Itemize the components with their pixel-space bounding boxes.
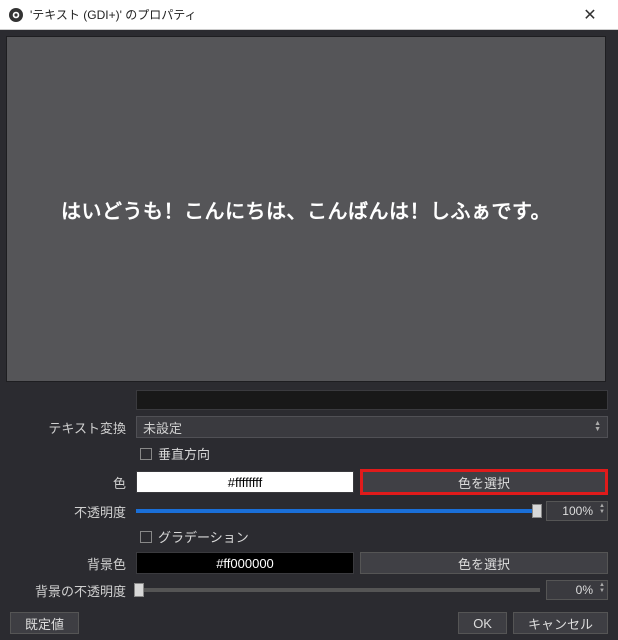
text-input-row [10, 390, 608, 410]
vertical-label: 垂直方向 [158, 444, 210, 463]
properties-form: テキスト変換 未設定 ▲▼ 垂直方向 色 #ffffffff 色を選択 不透明度 [6, 390, 612, 600]
text-transform-row: テキスト変換 未設定 ▲▼ [10, 416, 608, 438]
bg-opacity-label: 背景の不透明度 [10, 581, 130, 600]
text-value-input[interactable] [136, 390, 608, 410]
vertical-row: 垂直方向 [140, 444, 608, 463]
color-label: 色 [10, 473, 130, 492]
bg-color-value-input[interactable]: #ff000000 [136, 552, 354, 574]
spin-arrows-icon-2: ▲▼ [599, 582, 605, 594]
preview-text: はいどうも！こんにちは、こんばんは！しふぁです。 [61, 195, 551, 224]
bg-color-label: 背景色 [10, 554, 130, 573]
window-title: 'テキスト (GDI+)' のプロパティ [30, 6, 570, 23]
cancel-label: キャンセル [528, 614, 593, 633]
choose-bg-color-button[interactable]: 色を選択 [360, 552, 608, 574]
close-button[interactable]: ✕ [570, 1, 610, 29]
opacity-spinbox[interactable]: 100% ▲▼ [546, 501, 608, 521]
choose-color-button[interactable]: 色を選択 [360, 469, 608, 495]
text-transform-label: テキスト変換 [10, 418, 130, 437]
spin-arrows-icon: ▲▼ [599, 503, 605, 515]
bg-opacity-row: 背景の不透明度 0% ▲▼ [10, 580, 608, 600]
color-value: #ffffffff [228, 475, 262, 490]
ok-button[interactable]: OK [458, 612, 507, 634]
choose-bg-color-label: 色を選択 [458, 554, 510, 573]
vertical-checkbox[interactable] [140, 448, 152, 460]
opacity-label: 不透明度 [10, 502, 130, 521]
opacity-slider-thumb[interactable] [532, 504, 542, 518]
opacity-row: 不透明度 100% ▲▼ [10, 501, 608, 521]
color-value-input[interactable]: #ffffffff [136, 471, 354, 493]
opacity-value: 100% [562, 504, 593, 518]
bg-opacity-slider-thumb[interactable] [134, 583, 144, 597]
text-transform-value: 未設定 [143, 418, 182, 437]
defaults-label: 既定値 [25, 614, 64, 633]
ok-label: OK [473, 616, 492, 631]
content-area: はいどうも！こんにちは、こんばんは！しふぁです。 テキスト変換 未設定 ▲▼ 垂… [0, 30, 618, 600]
select-arrows-icon: ▲▼ [594, 421, 601, 433]
bg-opacity-value: 0% [576, 583, 593, 597]
gradient-row: グラデーション [140, 527, 608, 546]
opacity-slider[interactable] [136, 509, 540, 513]
cancel-button[interactable]: キャンセル [513, 612, 608, 634]
text-transform-select[interactable]: 未設定 ▲▼ [136, 416, 608, 438]
defaults-button[interactable]: 既定値 [10, 612, 79, 634]
preview-panel: はいどうも！こんにちは、こんばんは！しふぁです。 [6, 36, 606, 382]
bg-color-value: #ff000000 [216, 556, 274, 571]
bg-color-row: 背景色 #ff000000 色を選択 [10, 552, 608, 574]
titlebar: 'テキスト (GDI+)' のプロパティ ✕ [0, 0, 618, 30]
bg-opacity-spinbox[interactable]: 0% ▲▼ [546, 580, 608, 600]
gradient-checkbox[interactable] [140, 531, 152, 543]
color-row: 色 #ffffffff 色を選択 [10, 469, 608, 495]
choose-color-label: 色を選択 [458, 473, 510, 492]
gradient-label: グラデーション [158, 527, 249, 546]
app-icon [8, 7, 24, 23]
bg-opacity-slider[interactable] [136, 588, 540, 592]
